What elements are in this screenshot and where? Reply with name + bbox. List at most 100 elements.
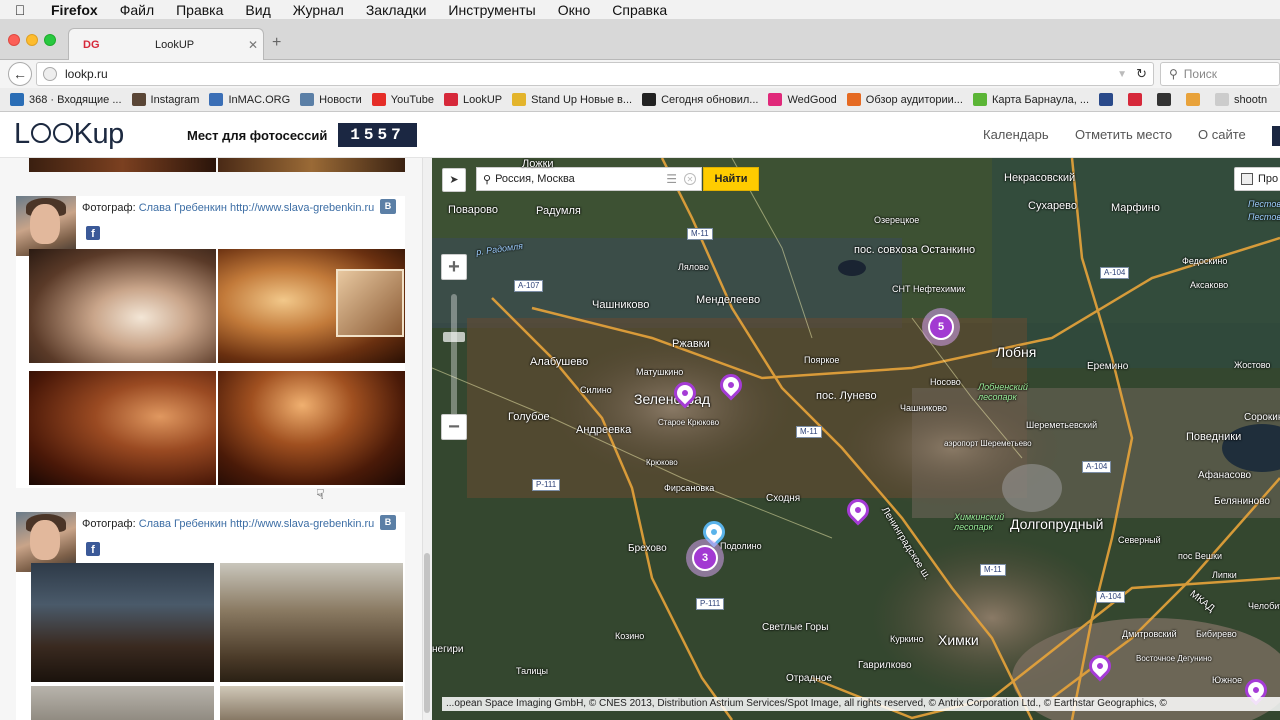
avatar[interactable] — [16, 196, 76, 256]
apple-icon[interactable]:  — [0, 2, 40, 18]
map-cluster[interactable]: 3 — [686, 539, 724, 577]
map-layers-button[interactable]: Про — [1234, 167, 1280, 191]
zoom-slider-thumb[interactable] — [443, 332, 465, 342]
pirate-photo[interactable] — [220, 563, 403, 682]
map-search-value: Россия, Москва — [495, 173, 575, 185]
dropdown-arrow-icon[interactable]: ▼ — [1117, 69, 1127, 80]
photographer-card: Фотограф: Слава Гребенкин http://www.sla… — [16, 196, 405, 488]
vk-icon[interactable]: В — [380, 199, 396, 214]
menu-window[interactable]: Окно — [547, 2, 602, 18]
bookmark-item[interactable]: Карта Барнаула, ... — [972, 93, 1089, 106]
facebook-icon[interactable]: f — [86, 226, 100, 240]
bookmark-item[interactable]: Stand Up Новые в... — [512, 93, 632, 106]
bookmark-item[interactable]: WedGood — [768, 93, 837, 106]
highway-badge: М-11 — [980, 564, 1006, 576]
photo-thumbnail[interactable] — [29, 158, 216, 172]
bookmark-item[interactable] — [1186, 93, 1205, 106]
minimize-window-button[interactable] — [26, 34, 38, 46]
header-login-button[interactable] — [1272, 126, 1280, 146]
pirate-photo[interactable] — [220, 686, 403, 720]
map-label: аэропорт Шереметьево — [944, 439, 1032, 448]
zoom-window-button[interactable] — [44, 34, 56, 46]
map-label: Чашниково — [900, 403, 947, 413]
bookmark-item[interactable]: Обзор аудитории... — [846, 93, 963, 106]
geolocation-arrow-icon[interactable]: ➤ — [442, 168, 466, 192]
photographer-site-link[interactable]: http://www.slava-grebenkin.ru — [230, 202, 374, 214]
nav-mark-place[interactable]: Отметить место — [1075, 127, 1172, 142]
vk-icon — [300, 93, 315, 106]
bookmark-item[interactable]: shootn — [1215, 93, 1267, 106]
hand-cursor-icon: ☟ — [316, 486, 325, 502]
photo-inset — [336, 269, 404, 337]
map-label: Пестово — [1248, 199, 1280, 209]
browser-search-input[interactable]: ⚲ Поиск — [1160, 62, 1280, 86]
menu-bookmarks[interactable]: Закладки — [355, 2, 438, 18]
map-label: Крюково — [646, 458, 678, 467]
bookmark-item[interactable] — [1157, 93, 1176, 106]
bookmark-label: YouTube — [390, 93, 434, 106]
tab-strip: DG LookUP ✕ + — [0, 20, 1280, 60]
clear-icon[interactable]: ✕ — [684, 173, 696, 185]
vk-icon[interactable]: В — [380, 515, 396, 530]
menu-history[interactable]: Журнал — [282, 2, 355, 18]
tab-lookup[interactable]: DG LookUP ✕ — [68, 28, 264, 60]
map-label: Марфино — [1111, 202, 1160, 214]
bookmark-item[interactable]: Instagram — [131, 93, 200, 106]
map-search-input[interactable]: ⚲ Россия, Москва ☰ ✕ — [476, 167, 702, 191]
bookmark-item[interactable]: YouTube — [371, 93, 434, 106]
photo-thumbnail[interactable] — [218, 158, 405, 172]
close-tab-icon[interactable]: ✕ — [243, 38, 263, 52]
chart-icon — [846, 93, 861, 106]
wedding-photo[interactable] — [29, 371, 216, 485]
bookmark-item[interactable]: InMAC.ORG — [209, 93, 290, 106]
bookmark-item[interactable]: Новости — [300, 93, 362, 106]
bookmark-label: InMAC.ORG — [228, 93, 291, 106]
bookmark-item[interactable] — [1099, 93, 1118, 106]
map-park-label: Лобненский лесопарк — [978, 382, 1028, 402]
nav-calendar[interactable]: Календарь — [983, 127, 1049, 142]
wedding-photo[interactable] — [29, 249, 216, 363]
photographer-name-link[interactable]: Слава Гребенкин — [139, 202, 227, 214]
bookmark-label: shootn — [1234, 93, 1268, 106]
menu-view[interactable]: Вид — [234, 2, 281, 18]
photographer-site-link[interactable]: http://www.slava-grebenkin.ru — [230, 518, 374, 530]
nav-about[interactable]: О сайте — [1198, 127, 1246, 142]
bookmark-item[interactable]: 368 · Входящие ... — [10, 93, 122, 106]
bookmark-item[interactable]: LookUP — [444, 93, 502, 106]
bookmark-item[interactable] — [1128, 93, 1147, 106]
reload-icon[interactable]: ↻ — [1136, 66, 1147, 82]
new-tab-icon[interactable]: + — [272, 34, 281, 52]
back-arrow-icon[interactable]: ← — [8, 62, 32, 86]
bookmark-item[interactable]: Сегодня обновил... — [642, 93, 758, 106]
highway-badge: Р-111 — [696, 598, 725, 610]
logo-part-l: L — [14, 118, 30, 150]
map-label: Менделеево — [696, 294, 761, 306]
url-bar[interactable]: lookp.ru ▼ ↻ — [36, 62, 1154, 86]
close-window-button[interactable] — [8, 34, 20, 46]
bookmark-label: Instagram — [150, 93, 200, 106]
menu-edit[interactable]: Правка — [165, 2, 234, 18]
zoom-slider-track[interactable] — [451, 294, 457, 424]
feed-scrollbar-thumb[interactable] — [424, 553, 430, 713]
zoom-out-button[interactable]: − — [441, 414, 467, 440]
pirate-photo[interactable] — [31, 563, 214, 682]
satellite-map[interactable]: ➤ ⚲ Россия, Москва ☰ ✕ Найти Про + − Нек… — [432, 158, 1280, 720]
zoom-in-button[interactable]: + — [441, 254, 467, 280]
find-button[interactable]: Найти — [703, 167, 759, 191]
photographer-name-link[interactable]: Слава Гребенкин — [139, 518, 227, 530]
facebook-icon[interactable]: f — [86, 542, 100, 556]
map-cluster[interactable]: 5 — [922, 308, 960, 346]
pirate-photo[interactable] — [31, 686, 214, 720]
map-park-label: Химкинский лесопарк — [954, 512, 1005, 532]
map-label: Силино — [580, 385, 612, 395]
menu-help[interactable]: Справка — [601, 2, 678, 18]
menu-file[interactable]: Файл — [109, 2, 165, 18]
menu-tools[interactable]: Инструменты — [437, 2, 546, 18]
menu-app-firefox[interactable]: Firefox — [40, 2, 109, 18]
cluster-count: 3 — [692, 545, 718, 571]
map-water-label: Пестовское — [1248, 212, 1280, 222]
photographer-label: Фотограф: — [82, 202, 136, 214]
wedding-photo[interactable] — [218, 371, 405, 485]
lookup-logo[interactable]: L Kup — [14, 118, 124, 151]
menu-lines-icon[interactable]: ☰ — [666, 172, 677, 186]
